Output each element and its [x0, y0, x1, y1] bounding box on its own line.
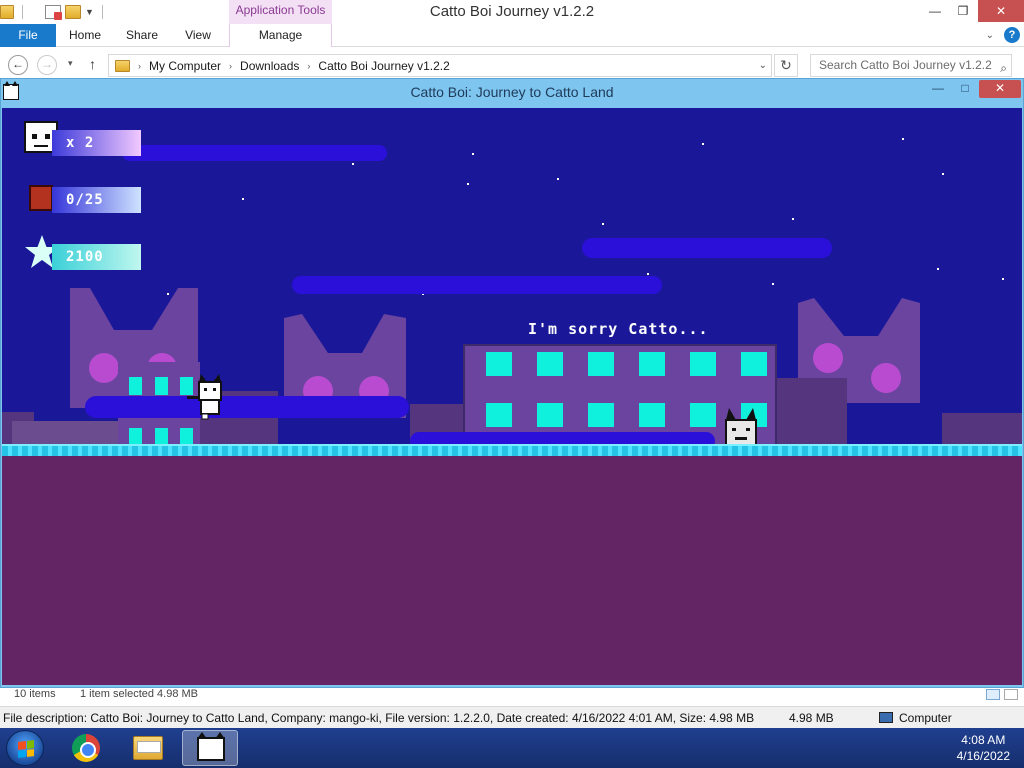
refresh-button[interactable]: ↻ — [774, 54, 798, 77]
search-placeholder: Search Catto Boi Journey v1.2.2 — [819, 58, 992, 72]
dialog-text: I'm sorry Catto... — [528, 320, 709, 338]
tab-home[interactable]: Home — [62, 24, 108, 47]
back-button[interactable]: ← — [8, 55, 28, 75]
tiles-view-icon[interactable] — [1004, 689, 1018, 700]
manage-tab-frame — [229, 24, 332, 47]
file-size: 4.98 MB — [789, 711, 834, 725]
ribbon-collapse-icon[interactable]: ⌄ — [986, 30, 994, 41]
view-toggle[interactable] — [986, 689, 1018, 700]
tab-share[interactable]: Share — [118, 24, 166, 47]
tab-file[interactable]: File — [0, 24, 56, 47]
clock-time: 4:08 AM — [961, 733, 1006, 747]
minimize-button[interactable]: — — [920, 0, 950, 22]
file-explorer-icon — [133, 736, 163, 760]
restore-button[interactable]: ❐ — [948, 0, 978, 22]
building — [12, 421, 122, 446]
chevron-right-icon[interactable]: › — [138, 61, 141, 71]
windows-logo-icon — [18, 740, 34, 758]
start-button[interactable] — [6, 730, 44, 766]
explorer-title-bar: ▼ Application Tools Catto Boi Journey v1… — [0, 0, 1024, 24]
location-label: Computer — [899, 711, 952, 725]
recent-locations-icon[interactable]: ▾ — [68, 58, 73, 69]
window-title: Catto Boi Journey v1.2.2 — [429, 3, 595, 20]
item-count: 10 items — [14, 688, 56, 700]
file-description: File description: Catto Boi: Journey to … — [3, 711, 755, 725]
taskbar: 4:08 AM 4/16/2022 — [0, 728, 1024, 768]
address-dropdown-icon[interactable]: ⌄ — [759, 60, 767, 71]
close-button[interactable]: ✕ — [978, 0, 1024, 22]
taskbar-catto-game[interactable] — [182, 730, 238, 766]
clock-date: 4/16/2022 — [956, 749, 1010, 763]
status-bar: 10 items 1 item selected 4.98 MB — [0, 688, 1024, 702]
chrome-icon — [72, 734, 100, 762]
game-window-title-bar[interactable]: Catto Boi: Journey to Catto Land — □ ✕ — [1, 79, 1023, 106]
ribbon-tabs: File Home Share View Manage ⌄ ? — [0, 24, 1024, 47]
game-minimize-button[interactable]: — — [925, 80, 951, 98]
grass-strip — [2, 446, 1022, 456]
details-view-icon[interactable] — [986, 689, 1000, 700]
chevron-right-icon[interactable]: › — [229, 61, 232, 71]
tab-view[interactable]: View — [176, 24, 220, 47]
address-bar[interactable]: › My Computer › Downloads › Catto Boi Jo… — [108, 54, 772, 77]
stars — [167, 138, 1004, 295]
crates-counter: 0/25 — [52, 187, 141, 213]
breadcrumb-current-folder[interactable]: Catto Boi Journey v1.2.2 — [318, 59, 449, 73]
chevron-right-icon[interactable]: › — [307, 61, 310, 71]
score-counter: 2100 — [52, 244, 141, 270]
selection-info: 1 item selected 4.98 MB — [80, 688, 199, 700]
help-icon[interactable]: ? — [1004, 27, 1020, 43]
search-input[interactable]: Search Catto Boi Journey v1.2.2 ⌕ — [810, 54, 1012, 77]
lives-counter: x 2 — [52, 130, 141, 156]
folder-icon — [115, 59, 130, 72]
game-maximize-button[interactable]: □ — [952, 80, 978, 98]
crate-icon — [29, 185, 53, 211]
taskbar-chrome[interactable] — [58, 730, 114, 766]
up-button[interactable]: ↑ — [89, 56, 96, 72]
details-bar: File description: Catto Boi: Journey to … — [0, 706, 1024, 728]
system-clock[interactable]: 4:08 AM 4/16/2022 — [957, 732, 1010, 764]
address-row: ← → ▾ ↑ › My Computer › Downloads › Catt… — [0, 52, 1024, 78]
search-icon[interactable]: ⌕ — [1000, 58, 1007, 79]
forward-button[interactable]: → — [37, 55, 57, 75]
breadcrumb-my-computer[interactable]: My Computer — [149, 59, 221, 73]
cat-app-icon — [197, 732, 225, 761]
computer-icon — [879, 712, 893, 723]
game-close-button[interactable]: ✕ — [979, 80, 1021, 98]
ground — [2, 450, 1022, 685]
breadcrumb-downloads[interactable]: Downloads — [240, 59, 299, 73]
location-indicator: Computer — [879, 711, 952, 725]
game-canvas[interactable]: x 2 0/25 2100 I'm sorry Catto... — [2, 108, 1022, 685]
game-window-title: Catto Boi: Journey to Catto Land — [410, 84, 614, 100]
taskbar-file-explorer[interactable] — [120, 730, 176, 766]
ribbon-right-controls: ⌄ ? — [986, 27, 1020, 43]
background-clouds — [122, 145, 832, 294]
game-window: Catto Boi: Journey to Catto Land — □ ✕ x… — [0, 78, 1024, 688]
